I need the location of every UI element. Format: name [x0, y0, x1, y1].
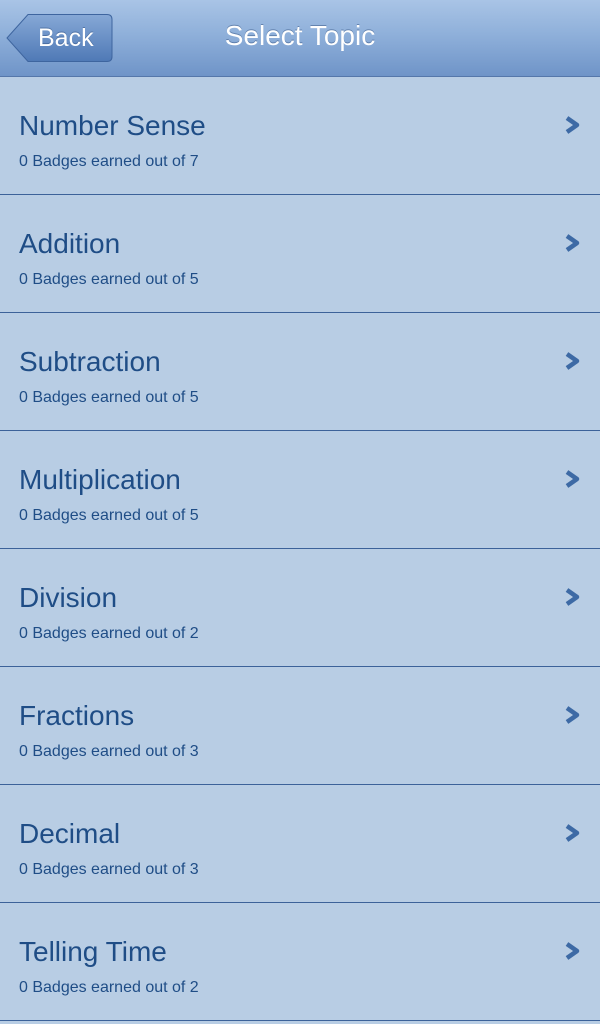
chevron-right-icon — [565, 706, 580, 724]
topic-title: Division — [19, 582, 118, 613]
chevron-right-icon — [565, 942, 580, 960]
topic-badge-count: 0 Badges earned out of 5 — [19, 507, 199, 524]
topic-title: Fractions — [19, 700, 135, 731]
topic-title: Addition — [19, 228, 121, 259]
topic-badge-count: 0 Badges earned out of 2 — [19, 625, 199, 642]
chevron-right-icon — [565, 352, 580, 370]
topic-row-fractions[interactable]: Fractions 0 Badges earned out of 3 — [0, 667, 600, 785]
topic-badge-count: 0 Badges earned out of 3 — [19, 743, 199, 760]
chevron-right-icon — [565, 234, 580, 252]
topic-badge-count: 0 Badges earned out of 2 — [19, 979, 199, 996]
topic-title: Telling Time — [19, 936, 167, 967]
page-title: Select Topic — [224, 20, 376, 51]
chevron-right-icon — [565, 470, 580, 488]
topic-row-telling-time[interactable]: Telling Time 0 Badges earned out of 2 — [0, 903, 600, 1021]
navigation-bar: Back Select Topic — [0, 0, 600, 77]
topic-title: Subtraction — [19, 346, 161, 377]
topic-badge-count: 0 Badges earned out of 5 — [19, 271, 199, 288]
topic-badge-count: 0 Badges earned out of 7 — [19, 153, 199, 170]
topic-title: Multiplication — [19, 464, 181, 495]
topic-title: Number Sense — [19, 110, 206, 141]
chevron-right-icon — [565, 116, 580, 134]
topic-row-division[interactable]: Division 0 Badges earned out of 2 — [0, 549, 600, 667]
topic-row-decimal[interactable]: Decimal 0 Badges earned out of 3 — [0, 785, 600, 903]
topic-row-addition[interactable]: Addition 0 Badges earned out of 5 — [0, 195, 600, 313]
topic-row-number-sense[interactable]: Number Sense 0 Badges earned out of 7 — [0, 77, 600, 195]
topic-badge-count: 0 Badges earned out of 5 — [19, 389, 199, 406]
topic-badge-count: 0 Badges earned out of 3 — [19, 861, 199, 878]
chevron-right-icon — [565, 824, 580, 842]
topic-title: Decimal — [19, 818, 121, 849]
topic-list: Number Sense 0 Badges earned out of 7 Ad… — [0, 77, 600, 1021]
chevron-right-icon — [565, 588, 580, 606]
topic-row-multiplication[interactable]: Multiplication 0 Badges earned out of 5 — [0, 431, 600, 549]
topic-row-subtraction[interactable]: Subtraction 0 Badges earned out of 5 — [0, 313, 600, 431]
